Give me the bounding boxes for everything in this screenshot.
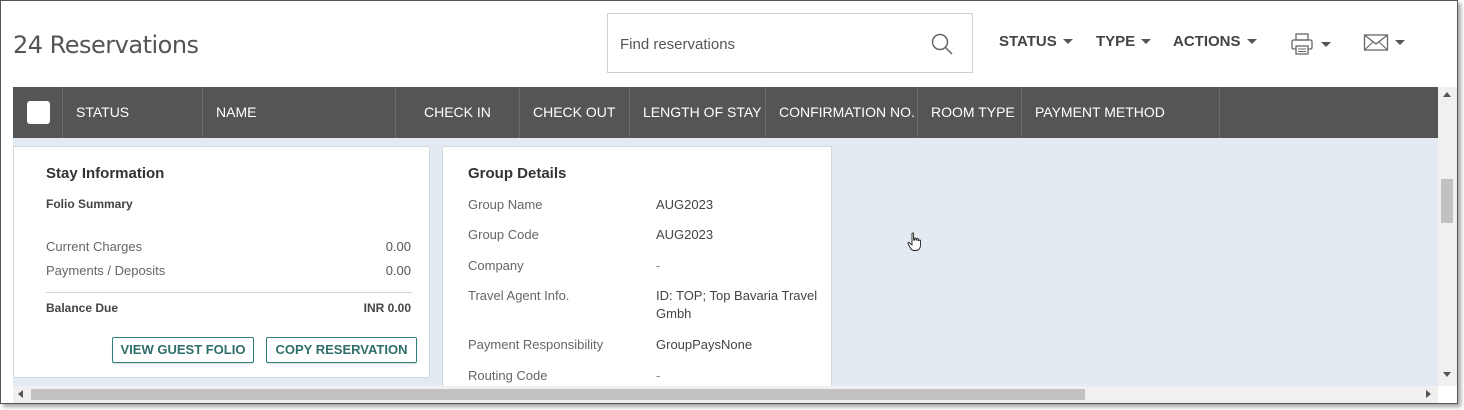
table-header: STATUS NAME CHECK IN CHECK OUT LENGTH OF… (13, 87, 1438, 138)
select-all-checkbox[interactable] (27, 101, 50, 124)
reservations-window: 24 Reservations STATUS TYPE ACTIONS (0, 0, 1458, 404)
printer-icon (1291, 33, 1313, 55)
envelope-icon (1363, 34, 1389, 51)
current-charges-value: 0.00 (385, 239, 411, 254)
travel-agent-value-line2: Gmbh (656, 306, 692, 321)
group-code-label: Group Code (468, 227, 539, 242)
group-code-value: AUG2023 (656, 227, 714, 242)
payments-deposits-value: 0.00 (385, 263, 411, 278)
horizontal-scrollbar[interactable] (13, 386, 1438, 403)
travel-agent-value: ID: TOP; Top Bavaria Travel (656, 288, 818, 303)
select-all-cell (13, 87, 63, 138)
view-guest-folio-button[interactable]: VIEW GUEST FOLIO (112, 337, 254, 363)
reservation-detail-panel: Stay Information Folio Summary Current C… (13, 138, 1438, 396)
column-confirmation-no[interactable]: CONFIRMATION NO. (766, 87, 918, 138)
current-charges-label: Current Charges (46, 239, 143, 254)
search-box[interactable] (607, 13, 973, 73)
column-check-out[interactable]: CHECK OUT (520, 87, 630, 138)
routing-code-label: Routing Code (468, 368, 548, 383)
company-label: Company (468, 258, 524, 273)
copy-reservation-button[interactable]: COPY RESERVATION (266, 337, 417, 363)
balance-due-value: INR 0.00 (363, 301, 411, 315)
group-name-label: Group Name (468, 197, 543, 212)
scroll-down-icon[interactable] (1443, 372, 1451, 377)
column-length-of-stay[interactable]: LENGTH OF STAY (630, 87, 766, 138)
group-details-card: Group Details Group Name AUG2023 Group C… (442, 146, 832, 396)
scroll-up-icon[interactable] (1443, 92, 1451, 97)
column-check-in[interactable]: CHECK IN (396, 87, 520, 138)
print-menu[interactable] (1289, 31, 1331, 57)
company-value: - (656, 258, 661, 273)
status-menu[interactable]: STATUS (999, 33, 1073, 50)
payments-deposits-label: Payments / Deposits (46, 263, 166, 278)
page-header: 24 Reservations STATUS TYPE ACTIONS (1, 1, 1457, 87)
group-details-title: Group Details (468, 165, 567, 182)
horizontal-scroll-thumb[interactable] (31, 389, 1085, 400)
column-status[interactable]: STATUS (63, 87, 203, 138)
chevron-down-icon (1395, 39, 1405, 45)
vertical-scrollbar[interactable] (1438, 87, 1457, 386)
divider (46, 292, 412, 293)
actions-menu-label: ACTIONS (1173, 33, 1241, 50)
travel-agent-label: Travel Agent Info. (468, 288, 570, 303)
page-title: 24 Reservations (13, 31, 199, 59)
routing-code-value: - (656, 368, 661, 383)
type-menu-label: TYPE (1096, 33, 1136, 50)
payment-responsibility-label: Payment Responsibility (468, 337, 604, 352)
chevron-down-icon (1321, 41, 1331, 47)
column-room-type[interactable]: ROOM TYPE (918, 87, 1022, 138)
scroll-right-icon[interactable] (1426, 390, 1431, 398)
column-name[interactable]: NAME (203, 87, 396, 138)
folio-summary-label: Folio Summary (46, 197, 133, 211)
chevron-down-icon (1246, 39, 1257, 44)
scroll-left-icon[interactable] (18, 390, 23, 398)
chevron-down-icon (1141, 39, 1152, 44)
payment-responsibility-value: GroupPaysNone (656, 337, 753, 352)
stay-information-card: Stay Information Folio Summary Current C… (13, 146, 430, 378)
group-name-value: AUG2023 (656, 197, 714, 212)
hand-pointer-icon (907, 232, 921, 251)
balance-due-label: Balance Due (46, 301, 119, 315)
email-menu[interactable] (1363, 31, 1405, 53)
status-menu-label: STATUS (999, 33, 1057, 50)
vertical-scroll-thumb[interactable] (1441, 179, 1453, 223)
stay-information-title: Stay Information (46, 165, 165, 182)
actions-menu[interactable]: ACTIONS (1173, 33, 1257, 50)
search-icon[interactable] (930, 32, 954, 56)
search-input[interactable] (620, 33, 910, 55)
column-payment-method[interactable]: PAYMENT METHOD (1022, 87, 1220, 138)
type-menu[interactable]: TYPE (1096, 33, 1152, 50)
chevron-down-icon (1062, 39, 1073, 44)
